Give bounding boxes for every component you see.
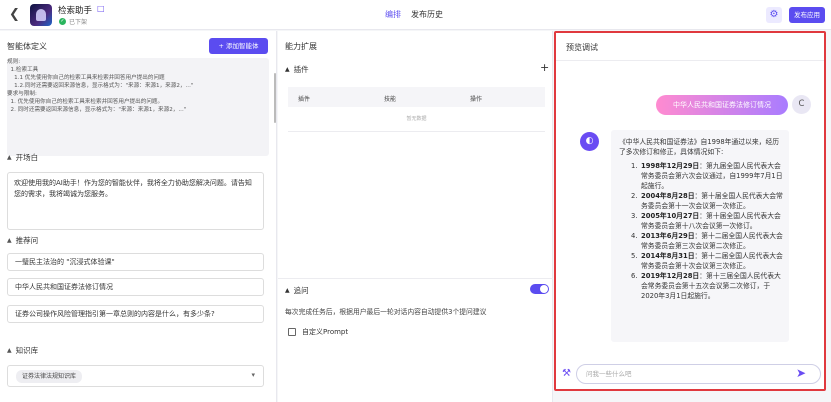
chat-input[interactable]: 问我一些什么吧	[576, 364, 821, 384]
kb-section-title[interactable]: ▲ 知识库	[7, 345, 38, 356]
prompt-line: 1. 优先使用你自己的检索工具来检索并回答用户提出的问题。	[7, 99, 164, 105]
suggestion-input[interactable]: 证券公司操作风险管理指引第一章总则的内容是什么，有多少条?	[7, 305, 264, 323]
custom-prompt-checkbox[interactable]	[288, 328, 296, 336]
capability-panel: 能力扩展 ▲ 插件 + 插件 技能 操作 暂无数据 ▲ 追问 每次完成任务后，根…	[278, 31, 553, 402]
section-label: 推荐问	[15, 236, 39, 245]
list-number: 4.	[631, 232, 638, 240]
app-avatar	[30, 4, 52, 26]
edit-icon[interactable]: □	[97, 4, 105, 13]
opening-section-title[interactable]: ▲ 开场白	[7, 152, 38, 163]
agent-definition-panel: 智能体定义 + 添加智能体 规则: 1.检索工具 1.1 优先使用你自己的检索工…	[0, 31, 277, 402]
bot-list: 1. 1998年12月29日：第九届全国人民代表大会常务委员会第六次会议通过，自1…	[619, 161, 783, 301]
app-title: 检索助手	[58, 6, 93, 16]
panel-title: 能力扩展	[285, 42, 317, 51]
tab-publish-history[interactable]: 发布历史	[411, 9, 443, 20]
section-label: 追问	[293, 286, 309, 295]
followup-section-title[interactable]: ▲ 追问	[285, 285, 309, 296]
plugin-section-title[interactable]: ▲ 插件	[285, 64, 309, 75]
bot-list-item: 3. 2005年10月27日：第十届全国人民代表大会常务委员会第十八次会议第一次修…	[619, 211, 783, 231]
gear-icon[interactable]: ⚙	[766, 7, 782, 23]
caret-up-icon: ▲	[7, 154, 12, 161]
user-message: 中华人民共和国证券法修订情况	[656, 95, 788, 115]
status-text: 已下架	[69, 19, 88, 26]
chevron-down-icon[interactable]: ▾	[251, 371, 255, 379]
prompt-editor[interactable]: 规则: 1.检索工具 1.1 优先使用你自己的检索工具来检索并回答用户提出的问题…	[7, 58, 269, 156]
user-avatar: C	[792, 95, 811, 114]
send-icon[interactable]: ➤	[796, 366, 806, 380]
bot-list-item: 4. 2013年6月29日：第十二届全国人民代表大会常务委员会第三次会议第二次修正…	[619, 231, 783, 251]
bot-message: 《中华人民共和国证券法》自1998年通过以来，经历了多次修订和修正，具体情况如下…	[611, 130, 789, 342]
list-number: 2.	[631, 192, 638, 200]
list-date: 2005年10月27日	[641, 212, 700, 220]
list-number: 5.	[631, 252, 638, 260]
column-header: 操作	[470, 96, 483, 103]
prompt-line: 1.2.同时还需要返回来源信息，显示格式为："来源：来源1，来源2，..."	[7, 83, 194, 89]
preview-panel: 预览调试 中华人民共和国证券法修订情况 C ◐ 《中华人民共和国证券法》自199…	[554, 31, 826, 391]
panel-title: 智能体定义	[7, 42, 47, 51]
followup-description: 每次完成任务后，根据用户最后一轮对话内容自动提供3个提问建议	[285, 308, 487, 316]
list-date: 1998年12月29日	[641, 162, 700, 170]
bot-list-item: 1. 1998年12月29日：第九届全国人民代表大会常务委员会第六次会议通过，自1…	[619, 161, 783, 191]
opening-text-field[interactable]: 欢迎使用我的AI助手！作为您的智能伙伴，我将全力协助您解决问题。请告知您的需求，…	[7, 172, 264, 230]
caret-up-icon: ▲	[7, 237, 12, 244]
prompt-line: 1.1 优先使用你自己的检索工具来检索并回答用户提出的问题	[7, 75, 165, 81]
divider	[278, 278, 553, 279]
prompt-line: 1.检索工具	[7, 67, 39, 73]
column-header: 插件	[298, 96, 311, 103]
list-date: 2013年6月29日	[641, 232, 695, 240]
list-date: 2019年12月28日	[641, 272, 700, 280]
list-number: 1.	[631, 162, 638, 170]
kb-tag[interactable]: 证券法律法规知识库	[16, 370, 83, 383]
list-number: 6.	[631, 272, 638, 280]
top-bar: ❮ 检索助手 □ ✓ 已下架 编排 发布历史 ⚙ 发布应用	[0, 0, 831, 30]
prompt-line: 要求与限制:	[7, 91, 37, 97]
column-header: 技能	[384, 96, 397, 103]
caret-up-icon: ▲	[7, 347, 12, 354]
top-tabs: 编排 发布历史	[385, 9, 443, 20]
broom-icon[interactable]: ⚒	[562, 368, 571, 379]
chevron-left-icon[interactable]: ❮	[9, 8, 20, 21]
list-date: 2014年8月31日	[641, 252, 695, 260]
scrollbar[interactable]	[274, 73, 276, 123]
suggestion-input[interactable]: 一璧民主法治的 "沉浸式体验课"	[7, 253, 264, 271]
list-date: 2004年8月28日	[641, 192, 695, 200]
caret-up-icon: ▲	[285, 66, 290, 73]
bot-list-item: 2. 2004年8月28日：第十届全国人民代表大会常务委员会第十一次会议第一次修正…	[619, 191, 783, 211]
divider	[288, 131, 545, 132]
suggest-section-title[interactable]: ▲ 推荐问	[7, 235, 38, 246]
bot-list-item: 5. 2014年8月31日：第十二届全国人民代表大会常务委员会第十次会议第三次修正…	[619, 251, 783, 271]
followup-toggle[interactable]	[530, 284, 549, 294]
status-badge: ✓ 已下架	[59, 17, 87, 26]
prompt-line: 2. 同时还需要返回来源信息，显示格式为："来源：来源1，来源2，..."	[7, 107, 187, 113]
check-icon: ✓	[59, 18, 66, 25]
section-label: 插件	[293, 65, 309, 74]
bot-avatar-icon: ◐	[580, 132, 599, 151]
empty-text: 暂无数据	[406, 116, 427, 122]
tab-orchestrate[interactable]: 编排	[385, 9, 401, 20]
section-label: 知识库	[15, 346, 39, 355]
bot-intro: 《中华人民共和国证券法》自1998年通过以来，经历了多次修订和修正，具体情况如下…	[619, 138, 780, 156]
add-agent-button[interactable]: + 添加智能体	[209, 38, 268, 54]
add-plugin-icon[interactable]: +	[540, 61, 549, 74]
caret-up-icon: ▲	[285, 287, 290, 294]
panel-title: 预览调试	[566, 43, 598, 52]
plugin-table-header: 插件 技能 操作	[288, 87, 545, 107]
suggestion-input[interactable]: 中华人民共和国证券法修订情况	[7, 278, 264, 296]
section-label: 开场白	[15, 153, 39, 162]
prompt-line: 规则:	[7, 59, 21, 65]
knowledge-base-select[interactable]: 证券法律法规知识库 ▾	[7, 365, 264, 387]
bot-list-item: 6. 2019年12月28日：第十三届全国人民代表大会常务委员会第十五次会议第二次…	[619, 271, 783, 301]
publish-app-button[interactable]: 发布应用	[789, 7, 825, 23]
divider	[556, 60, 824, 61]
custom-prompt-label: 自定义Prompt	[302, 328, 349, 336]
list-number: 3.	[631, 212, 638, 220]
custom-prompt-option[interactable]: 自定义Prompt	[288, 327, 348, 337]
